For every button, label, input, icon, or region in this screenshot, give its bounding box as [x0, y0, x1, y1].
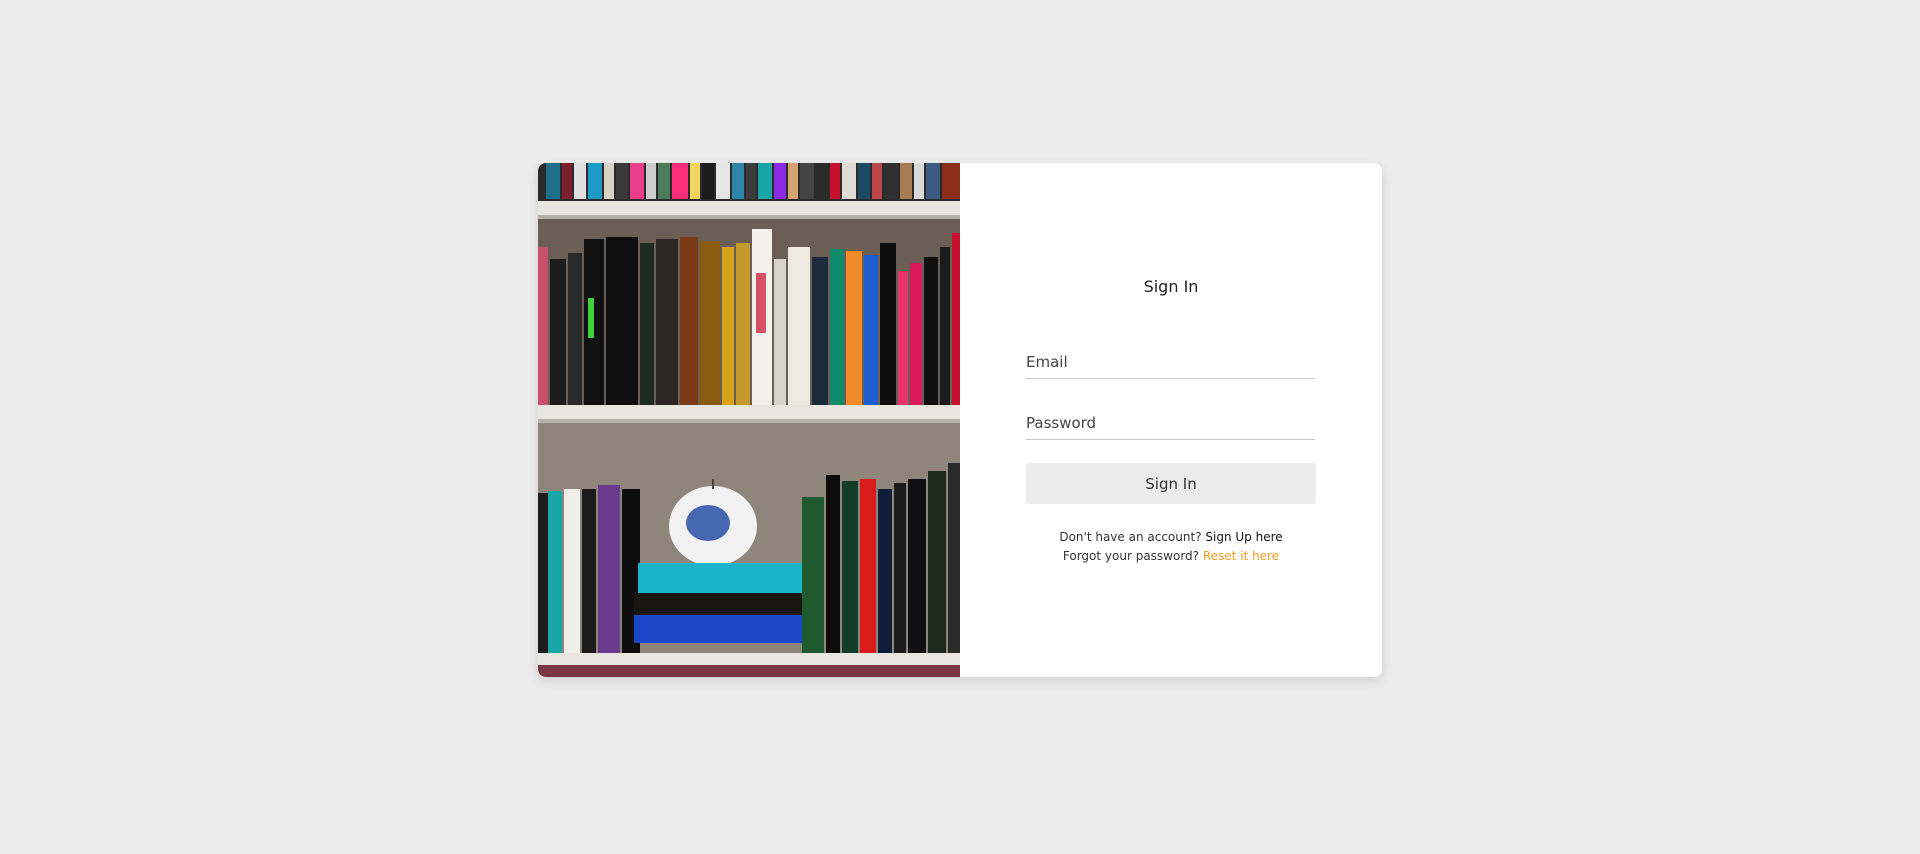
reset-prompt: Forgot your password?: [1062, 549, 1200, 563]
signup-row: Don't have an account? Sign Up here: [960, 528, 1382, 547]
signin-button[interactable]: Sign In: [1026, 463, 1316, 504]
page-title: Sign In: [1143, 277, 1199, 296]
signin-form-panel: Sign In Sign In Don't have an account? S…: [960, 163, 1382, 677]
signin-card: Sign In Sign In Don't have an account? S…: [538, 163, 1382, 677]
password-field[interactable]: [1026, 407, 1315, 440]
signup-prompt: Don't have an account?: [1059, 530, 1202, 544]
signup-link[interactable]: Sign Up here: [1205, 530, 1282, 544]
bookshelf-photo: [538, 163, 960, 677]
email-field[interactable]: [1026, 346, 1315, 379]
auth-links: Don't have an account? Sign Up here Forg…: [960, 528, 1382, 566]
reset-row: Forgot your password? Reset it here: [960, 547, 1382, 566]
reset-password-link[interactable]: Reset it here: [1203, 549, 1279, 563]
